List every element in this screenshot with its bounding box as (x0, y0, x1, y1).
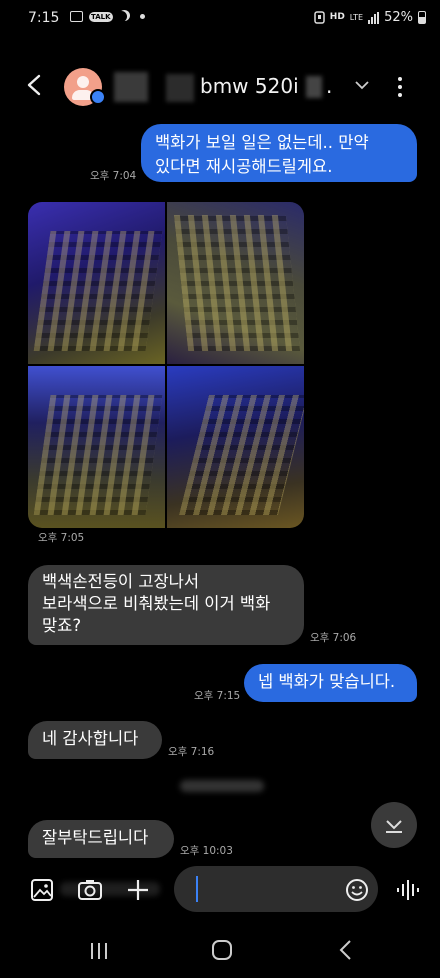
message-timestamp: 오후 7:06 (310, 632, 357, 644)
status-time: 7:15 (28, 10, 60, 26)
voice-icon[interactable] (394, 876, 422, 904)
message-timestamp: 오후 10:03 (180, 845, 233, 857)
conversation-header: bmw 520i . (0, 58, 440, 114)
alarm-icon (314, 11, 325, 24)
photo-thumbnail[interactable] (28, 366, 165, 528)
signal-icon (368, 11, 380, 24)
redacted-name-part (166, 74, 194, 102)
redacted-name-part (114, 72, 148, 102)
message-timestamp: 오후 7:15 (194, 690, 241, 702)
gallery-icon[interactable] (28, 876, 56, 904)
sent-message[interactable]: 넵 백화가 맞습니다. (244, 664, 417, 702)
plus-icon[interactable] (124, 876, 152, 904)
sent-message[interactable]: 백화가 보일 일은 없는데.. 만약 있다면 재시공해드릴게요. (141, 124, 417, 182)
redacted-name-part (306, 76, 322, 98)
photo-thumbnail[interactable] (167, 202, 304, 364)
contact-name-suffix: . (326, 74, 333, 98)
chevron-down-icon[interactable] (355, 80, 369, 90)
battery-percent: 52% (384, 10, 413, 25)
home-icon[interactable] (210, 938, 234, 962)
status-bar: 7:15 TALK HD LTE 52% (0, 0, 440, 36)
hd-voice-label: HD (329, 12, 345, 22)
back-icon[interactable] (336, 938, 356, 962)
text-cursor (196, 876, 198, 902)
message-timestamp: 오후 7:05 (38, 532, 85, 544)
photo-thumbnail[interactable] (28, 202, 165, 364)
redacted-content (180, 780, 264, 792)
battery-icon (418, 11, 426, 24)
message-timestamp: 오후 7:16 (168, 746, 215, 758)
received-message[interactable]: 잘부탁드립니다 (28, 820, 174, 858)
chevron-down-icon (386, 820, 402, 833)
network-label: LTE (349, 12, 364, 22)
received-message[interactable]: 네 감사합니다 (28, 721, 162, 759)
recents-icon[interactable] (88, 940, 110, 962)
camera-icon[interactable] (76, 876, 104, 904)
image-group[interactable] (28, 202, 304, 528)
system-nav-bar (0, 930, 440, 978)
moon-icon (116, 11, 127, 22)
received-message[interactable]: 백색손전등이 고장나서 보라색으로 비춰봤는데 이거 백화 맞죠? (28, 565, 304, 645)
photo-thumbnail[interactable] (167, 366, 304, 528)
more-vertical-icon[interactable] (398, 76, 402, 98)
avatar-badge (90, 89, 106, 105)
message-timestamp: 오후 7:04 (90, 170, 137, 182)
emoji-icon[interactable] (343, 876, 371, 904)
scroll-to-bottom-button[interactable] (371, 802, 417, 848)
contact-name[interactable]: bmw 520i (200, 74, 299, 98)
gallery-icon (70, 11, 83, 22)
talk-icon: TALK (89, 11, 113, 22)
dot-icon (139, 14, 145, 19)
back-arrow-icon[interactable] (26, 74, 42, 96)
